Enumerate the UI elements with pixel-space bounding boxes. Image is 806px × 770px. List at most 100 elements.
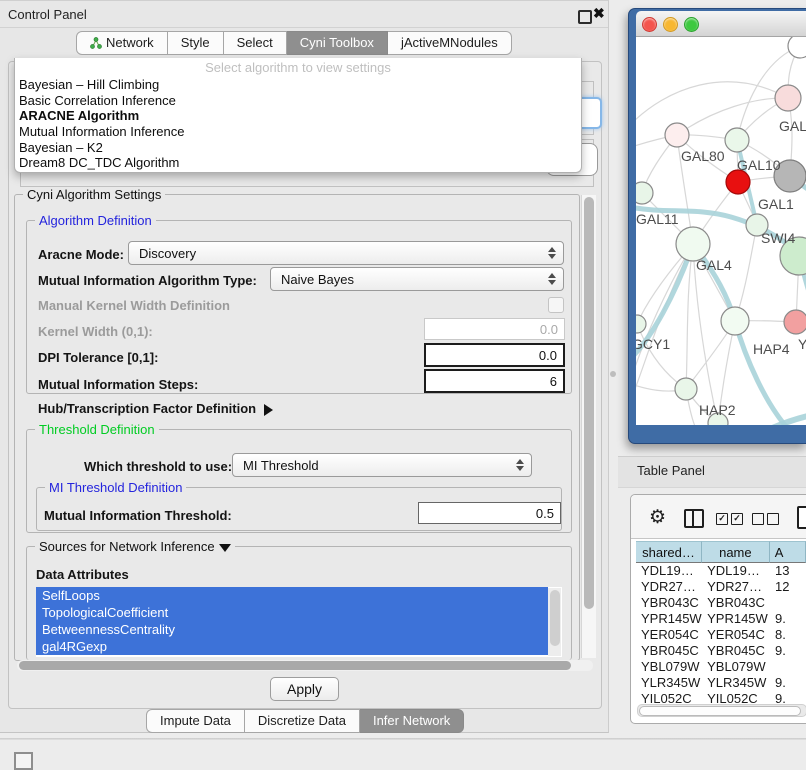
mi-threshold-label: Mutual Information Threshold: [44, 508, 232, 523]
data-attributes-list: SelfLoops TopologicalCoefficient Between… [36, 587, 562, 657]
hub-definition-toggle[interactable]: Hub/Transcription Factor Definition [38, 401, 273, 416]
network-window-titlebar[interactable] [636, 11, 806, 37]
close-traffic-light[interactable] [642, 17, 657, 32]
aracne-mode-select[interactable]: Discovery [128, 241, 564, 265]
deselect-all-checkboxes-icon[interactable] [752, 513, 779, 525]
tab-select[interactable]: Select [224, 31, 287, 55]
tab-discretize-data[interactable]: Discretize Data [245, 709, 360, 733]
dpi-tolerance-input[interactable] [424, 343, 565, 367]
mi-threshold-input[interactable] [418, 502, 561, 524]
node-hap4[interactable] [721, 307, 749, 335]
tab-infer-network[interactable]: Infer Network [360, 709, 464, 733]
data-attributes-label: Data Attributes [36, 567, 129, 582]
splitter-grip[interactable] [610, 371, 616, 377]
node-gal80[interactable] [665, 123, 689, 147]
zoom-traffic-light[interactable] [684, 17, 699, 32]
minimized-panel-icon[interactable] [14, 752, 33, 770]
bottom-divider [0, 738, 806, 740]
table-row[interactable]: YBL079WYBL079W [636, 659, 806, 675]
gear-icon[interactable]: ⚙ [649, 506, 666, 529]
column-header[interactable]: shared… [636, 541, 702, 563]
table-panel-title: Table Panel [637, 463, 705, 478]
threshold-definition-legend: Threshold Definition [35, 422, 159, 437]
settings-horizontal-scrollbar[interactable] [17, 660, 593, 671]
float-window-icon[interactable] [578, 10, 592, 24]
control-panel-title: Control Panel [8, 7, 87, 22]
algorithm-option[interactable]: Mutual Information Inference [15, 124, 581, 140]
algorithm-option[interactable]: Bayesian – K2 [15, 140, 581, 156]
node-label: GAL11 [636, 211, 679, 227]
node-label: GAL4 [696, 257, 732, 273]
algorithm-option-aracne[interactable]: ARACNE Algorithm [15, 108, 581, 124]
node-gal10[interactable] [725, 128, 749, 152]
minimize-traffic-light[interactable] [663, 17, 678, 32]
table-row[interactable]: YBR043CYBR043C [636, 595, 806, 611]
which-threshold-select[interactable]: MI Threshold [232, 453, 532, 477]
table-row[interactable]: YBR045CYBR045C9. [636, 643, 806, 659]
algorithm-option[interactable]: Dream8 DC_TDC Algorithm [15, 155, 581, 171]
mi-steps-input[interactable] [424, 369, 565, 393]
column-header[interactable]: A [770, 541, 806, 563]
columns-icon[interactable] [684, 509, 704, 528]
stepper-arrows-icon [548, 273, 556, 285]
control-panel-tabs: Network Style Select Cyni Toolbox jActiv… [76, 31, 512, 53]
mi-type-select[interactable]: Naive Bayes [270, 267, 564, 291]
node-label: GCY1 [636, 336, 670, 352]
mi-type-label: Mutual Information Algorithm Type: [38, 273, 257, 288]
export-table-icon[interactable] [797, 506, 806, 529]
title-separator [0, 27, 608, 28]
table-row[interactable]: YPR145WYPR145W9. [636, 611, 806, 627]
tab-network[interactable]: Network [76, 31, 168, 55]
table-row[interactable]: YER054CYER054C8. [636, 627, 806, 643]
settings-vertical-scrollbar[interactable] [581, 195, 596, 658]
table-body: YDL19…YDL19…13 YDR27…YDR27…12 YBR043CYBR… [636, 563, 806, 703]
algorithm-definition-legend: Algorithm Definition [35, 213, 156, 228]
table-horizontal-scrollbar[interactable] [637, 704, 806, 717]
node-label: GAL80 [681, 148, 725, 164]
cyni-settings-legend: Cyni Algorithm Settings [23, 187, 165, 202]
mi-threshold-legend: MI Threshold Definition [45, 480, 186, 495]
network-icon [90, 37, 102, 49]
table-row[interactable]: YDR27…YDR27…12 [636, 579, 806, 595]
list-item[interactable]: SelfLoops [36, 587, 548, 604]
node-gal4[interactable] [676, 227, 710, 261]
table-row[interactable]: YLR345WYLR345W9. [636, 675, 806, 691]
node-pink[interactable] [775, 85, 801, 111]
kernel-width-input[interactable] [424, 318, 565, 340]
algorithm-dropdown-popup: Select algorithm to view settings Bayesi… [14, 58, 582, 173]
manual-kernel-label: Manual Kernel Width Definition [38, 298, 230, 313]
node-gcy1[interactable] [636, 315, 646, 333]
list-scrollbar[interactable] [548, 588, 561, 656]
node-gal1[interactable] [726, 170, 750, 194]
column-header[interactable]: name [702, 541, 770, 563]
table-row[interactable]: YDL19…YDL19…13 [636, 563, 806, 579]
tab-style[interactable]: Style [168, 31, 224, 55]
node-label: GAL [779, 118, 806, 134]
algorithm-option[interactable]: Bayesian – Hill Climbing [15, 77, 581, 93]
table-header: shared… name A [636, 541, 806, 563]
node-hap2[interactable] [675, 378, 697, 400]
sources-legend[interactable]: Sources for Network Inference [35, 539, 235, 554]
tab-impute-data[interactable]: Impute Data [146, 709, 245, 733]
node-label: GAL1 [758, 196, 794, 212]
list-item[interactable]: BetweennessCentrality [36, 621, 548, 638]
aracne-mode-label: Aracne Mode: [38, 247, 124, 262]
tab-jactivemnodules[interactable]: jActiveMNodules [388, 31, 512, 55]
select-all-checkboxes-icon[interactable]: ✓✓ [716, 513, 743, 525]
stepper-arrows-icon [548, 247, 556, 259]
close-icon[interactable]: ✖ [593, 5, 605, 22]
manual-kernel-checkbox[interactable] [548, 297, 564, 313]
which-threshold-label: Which threshold to use: [84, 459, 232, 474]
tab-cyni-toolbox[interactable]: Cyni Toolbox [287, 31, 388, 55]
node-unlabeled[interactable] [788, 37, 806, 58]
algorithm-option[interactable]: Basic Correlation Inference [15, 93, 581, 109]
mi-steps-label: Mutual Information Steps: [38, 377, 198, 392]
list-item[interactable]: gal4RGexp [36, 638, 548, 655]
network-canvas[interactable]: GAL GAL80 GAL10 GAL1 GAL11 SWI4 GAL4 GCY… [636, 37, 806, 425]
node-salmon[interactable] [784, 310, 806, 334]
apply-button[interactable]: Apply [270, 677, 339, 701]
node-gal11[interactable] [636, 182, 653, 204]
control-panel-window: Control Panel ✖ Network Style Select Cyn… [0, 0, 609, 733]
list-item[interactable]: TopologicalCoefficient [36, 604, 548, 621]
table-row[interactable]: YIL052CYIL052C9. [636, 691, 806, 703]
